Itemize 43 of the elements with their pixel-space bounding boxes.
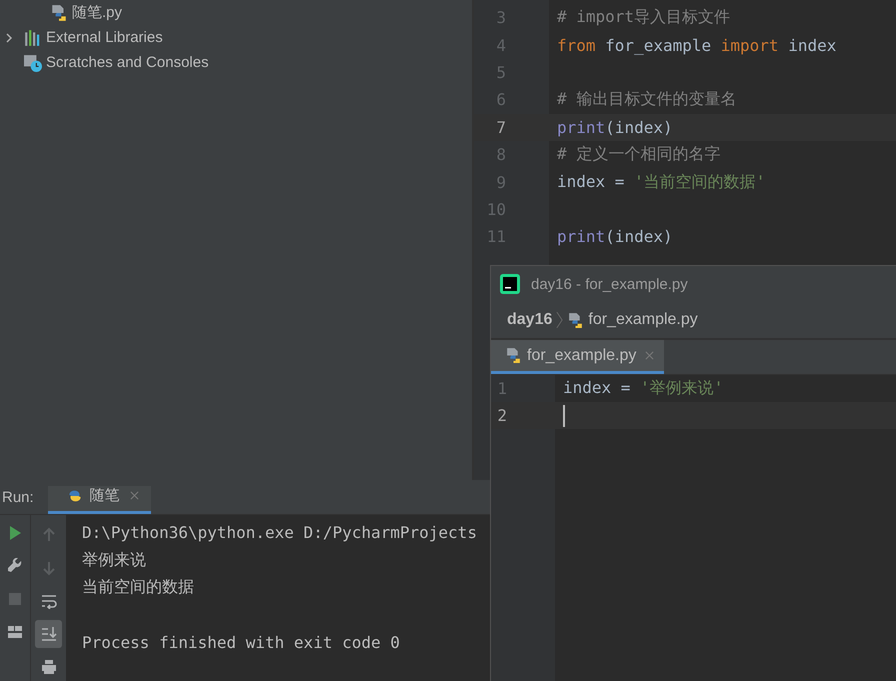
python-file-icon (567, 312, 584, 328)
library-icon (24, 28, 42, 46)
console-line: 当前空间的数据 (82, 577, 194, 598)
console-line: D:\Python36\python.exe D:/PycharmProjects (82, 523, 477, 542)
wrench-icon[interactable] (7, 558, 23, 574)
code-line: # import导入目标文件 (557, 7, 730, 28)
down-arrow-icon (40, 560, 56, 576)
chevron-icon[interactable] (4, 32, 14, 42)
stop-icon[interactable] (7, 591, 23, 607)
close-icon[interactable] (130, 491, 139, 500)
python-file-icon (505, 347, 522, 364)
code-line: index = '当前空间的数据' (557, 172, 766, 193)
python-file-icon (50, 4, 68, 22)
layout-icon[interactable] (7, 624, 23, 640)
code-line: from for_example import index (557, 36, 836, 55)
run-label: Run: (1, 489, 35, 508)
code-line: # 输出目标文件的变量名 (557, 89, 736, 110)
breadcrumb-separator-icon (556, 311, 564, 329)
line-number: 2 (496, 406, 507, 425)
app-logo-icon (500, 274, 520, 294)
scratch-clock-icon (24, 54, 42, 72)
line-number: 7 (495, 118, 506, 137)
breadcrumb-item[interactable]: for_example.py (588, 311, 698, 329)
file-tab[interactable]: for_example.py (491, 340, 664, 374)
code-line: print(index) (557, 118, 673, 137)
console-line: Process finished with exit code 0 (82, 633, 400, 652)
tree-item[interactable]: External Libraries (46, 29, 163, 46)
printer-icon (40, 659, 56, 675)
up-arrow-icon (40, 527, 56, 543)
close-icon[interactable] (645, 351, 654, 360)
console-line: 举例来说 (82, 550, 146, 571)
run-tab[interactable]: 随笔 (48, 486, 151, 514)
tree-item[interactable]: 随笔.py (72, 3, 122, 22)
toolbar-button[interactable] (35, 620, 62, 648)
run-icon[interactable] (7, 525, 23, 541)
code-line: # 定义一个相同的名字 (557, 144, 720, 166)
breadcrumb-item[interactable]: day16 (507, 311, 552, 329)
code-line: print(index) (557, 227, 673, 246)
soft-wrap-icon (40, 593, 56, 609)
code-line: index = '举例来说' (563, 378, 724, 399)
scroll-to-end-icon (40, 626, 56, 642)
window-title: day16 - for_example.py (531, 276, 688, 292)
tree-item[interactable]: Scratches and Consoles (46, 54, 209, 71)
